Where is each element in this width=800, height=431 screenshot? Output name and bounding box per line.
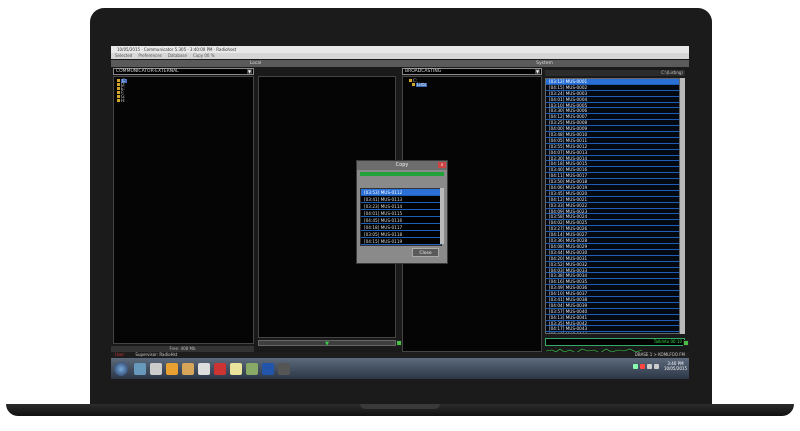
tray-icon[interactable]	[639, 363, 645, 369]
menu-item[interactable]: Database	[168, 53, 187, 59]
local-header: Local	[111, 60, 400, 67]
menu-bar: Selected Preferences Database Copy 00 %	[111, 53, 689, 59]
menu-item[interactable]: Preferences	[138, 53, 162, 59]
system-header: System	[400, 60, 689, 67]
taskbar: 3:40 PM 10/05/2015	[111, 358, 689, 379]
status-supervisor: Supervisor: RadioHst	[135, 352, 178, 357]
folder-icon	[117, 99, 120, 102]
volume-icon[interactable]	[653, 363, 659, 369]
copy-dialog-title: Copy x	[357, 161, 447, 170]
tree-item[interactable]: Lists	[412, 83, 428, 87]
folder-icon	[117, 87, 120, 90]
folder-icon	[117, 91, 120, 94]
tray-icon[interactable]	[646, 363, 652, 369]
start-button[interactable]	[114, 361, 128, 376]
folder-icon	[412, 83, 415, 86]
close-icon[interactable]: x	[438, 162, 446, 168]
list-item[interactable]: [04:15] MUS-0119	[361, 238, 441, 245]
list-item[interactable]: [03:46] MUS-0044	[546, 332, 679, 333]
app-icon[interactable]	[278, 362, 290, 375]
local-path-select[interactable]: COMMUNICATOR-EXTERNAL ▼	[113, 68, 254, 75]
close-button[interactable]: Close	[412, 248, 439, 257]
tray-icon[interactable]	[632, 363, 638, 369]
laptop-notch	[360, 404, 440, 409]
waveform-label: TalkInto 00:10	[653, 339, 682, 344]
status-user: User	[115, 352, 125, 357]
filezilla-icon[interactable]	[214, 362, 226, 375]
list-item[interactable]: [03:53] MUS-0112	[361, 189, 441, 196]
taskbar-clock[interactable]: 3:40 PM 10/05/2015	[664, 361, 687, 371]
notepad-icon[interactable]	[198, 362, 210, 375]
copy-dialog: Copy x [03:53] MUS-0112 [03:41] MUS-0113[…	[356, 160, 448, 264]
list-item[interactable]: [04:01] MUS-0115	[361, 210, 441, 217]
app-icon[interactable]	[246, 362, 258, 375]
waveform-meter: TalkInto 00:10	[545, 338, 685, 354]
chevron-down-icon[interactable]: ▼	[247, 69, 252, 74]
chevron-down-icon[interactable]: ▼	[535, 69, 540, 74]
system-action-button[interactable]	[683, 340, 689, 346]
screen: 10/05/2015 · Communicator 5.305 · 3:40:0…	[111, 46, 689, 379]
local-tree-panel[interactable]: C: D: E: F: G: H:	[113, 76, 254, 344]
list-item[interactable]: [03:05] MUS-0118	[361, 231, 441, 238]
folder-icon	[117, 79, 120, 82]
menu-item[interactable]: Copy 00 %	[193, 53, 215, 59]
firefox-icon[interactable]	[166, 362, 178, 375]
system-list-scrollbar[interactable]	[680, 78, 685, 334]
system-path-select[interactable]: BROADCASTING ▼	[402, 68, 542, 75]
list-item[interactable]: [03:23] MUS-0114	[361, 203, 441, 210]
menu-item[interactable]: Selected	[115, 53, 132, 59]
app-icon[interactable]	[150, 362, 162, 375]
list-item[interactable]: [03:41] MUS-0113	[361, 196, 441, 203]
folder-icon[interactable]	[182, 362, 194, 375]
copy-list-scrollbar[interactable]	[440, 188, 444, 244]
tree-item[interactable]: H:	[117, 99, 125, 103]
system-list-header: C:\(Listing)	[545, 70, 685, 76]
system-item-list[interactable]: [03:12] MUS-0001 [04:15] MUS-0002 [03:24] …	[545, 78, 680, 334]
list-item[interactable]: [04:18] MUS-0117	[361, 224, 441, 231]
system-path-text: BROADCASTING	[405, 69, 442, 74]
local-path-text: COMMUNICATOR-EXTERNAL	[116, 69, 179, 74]
explorer-icon[interactable]	[134, 362, 146, 375]
folder-icon	[117, 83, 120, 86]
folder-icon	[409, 79, 412, 82]
transfer-button[interactable]: ▼	[258, 340, 396, 347]
app-icon[interactable]	[230, 362, 242, 375]
folder-icon	[117, 95, 120, 98]
photoshop-icon[interactable]	[262, 362, 274, 375]
copy-item-list[interactable]: [03:53] MUS-0112 [03:41] MUS-0113 [03:23] …	[360, 188, 442, 246]
copy-progress-bar	[360, 172, 444, 176]
window-title: 10/05/2015 · Communicator 5.305 · 3:40:0…	[111, 46, 689, 53]
system-tray: 3:40 PM 10/05/2015	[632, 361, 687, 371]
list-item[interactable]: [04:45] MUS-0116	[361, 217, 441, 224]
